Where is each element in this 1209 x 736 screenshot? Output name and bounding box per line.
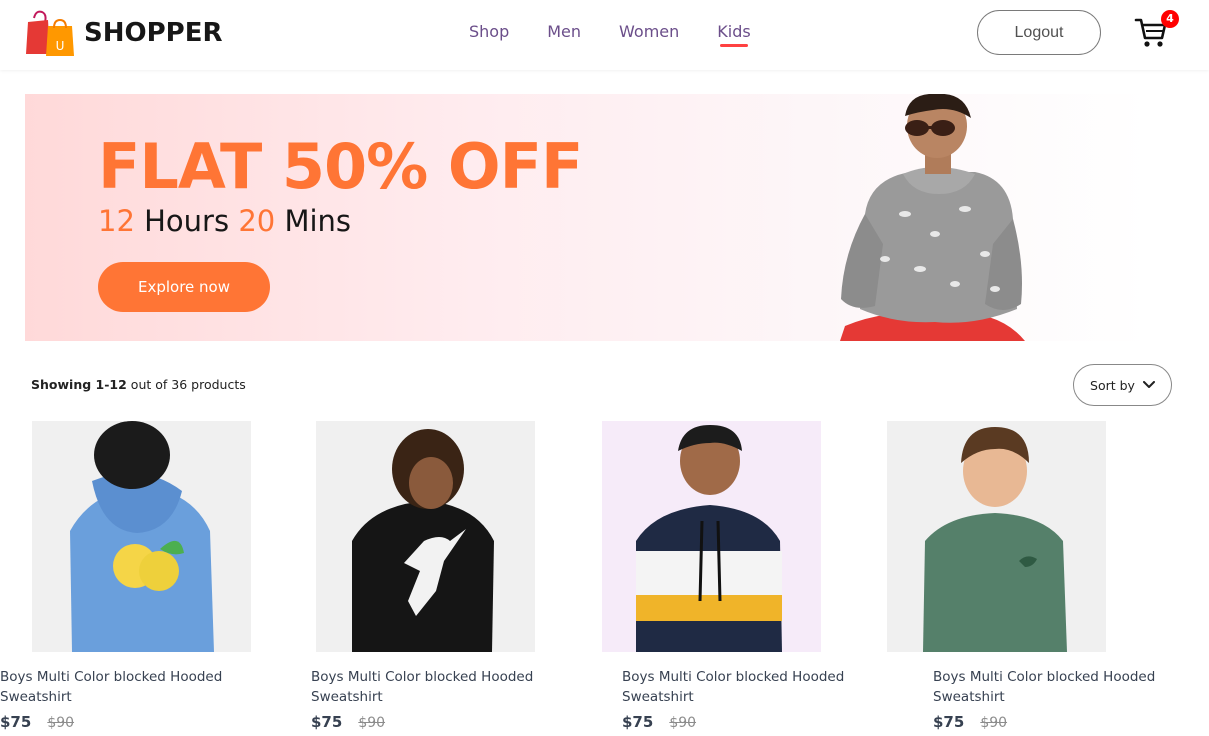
product-card[interactable]: Boys Multi Color blocked Hooded Sweatshi…	[0, 421, 251, 736]
product-new-price: $75	[0, 713, 32, 731]
product-old-price: $90	[47, 715, 75, 731]
logout-button[interactable]: Logout	[977, 10, 1101, 55]
index-sort-bar: Showing 1-12 out of 36 products Sort by	[31, 364, 1172, 406]
product-card[interactable]: Boys Multi Color blocked Hooded Sweatshi…	[887, 421, 1173, 736]
product-name: Boys Multi Color blocked Hooded Sweatshi…	[933, 669, 1156, 705]
shopping-bag-icon: U	[26, 10, 74, 56]
nav-item-shop[interactable]: Shop	[469, 22, 509, 41]
nav-item-label: Kids	[717, 22, 751, 41]
product-prices: $75 $90	[311, 713, 385, 731]
timer-hours: 12	[98, 204, 135, 238]
banner-model-image	[840, 94, 1025, 341]
product-card[interactable]: Boys Multi Color blocked Hooded Sweatshi…	[602, 421, 862, 736]
timer-hours-label: Hours	[144, 204, 230, 238]
banner-title: FLAT 50% OFF	[98, 130, 583, 203]
timer-mins: 20	[238, 204, 276, 238]
product-prices: $75 $90	[622, 713, 696, 731]
product-new-price: $75	[311, 713, 343, 731]
product-image	[32, 421, 251, 652]
svg-text:U: U	[56, 39, 65, 53]
product-old-price: $90	[669, 715, 697, 731]
chevron-down-icon	[1142, 381, 1155, 388]
product-prices: $75 $90	[0, 713, 74, 731]
product-name: Boys Multi Color blocked Hooded Sweatshi…	[311, 669, 534, 705]
cart-count-badge: 4	[1161, 10, 1179, 28]
product-grid: Boys Multi Color blocked Hooded Sweatshi…	[0, 421, 1209, 736]
brand-name: SHOPPER	[84, 18, 223, 48]
product-old-price: $90	[980, 715, 1008, 731]
brand-logo[interactable]: U SHOPPER	[26, 10, 222, 56]
sort-by-dropdown[interactable]: Sort by	[1073, 364, 1172, 406]
product-name: Boys Multi Color blocked Hooded Sweatshi…	[0, 669, 223, 705]
hero-banner: FLAT 50% OFF 12 Hours 20 Mins Explore no…	[25, 94, 1149, 341]
product-image	[602, 421, 821, 652]
showing-total: out of 36 products	[130, 377, 246, 392]
showing-count: Showing 1-12 out of 36 products	[31, 377, 246, 392]
navbar: U SHOPPER Shop Men Women Kids Logout 4	[0, 0, 1209, 70]
product-old-price: $90	[358, 715, 386, 731]
nav-menu: Shop Men Women Kids	[469, 22, 789, 47]
nav-item-label: Men	[547, 22, 582, 41]
nav-item-kids[interactable]: Kids	[717, 22, 751, 47]
product-new-price: $75	[622, 713, 654, 731]
product-card[interactable]: Boys Multi Color blocked Hooded Sweatshi…	[311, 421, 551, 736]
product-image	[887, 421, 1106, 652]
banner-timer: 12 Hours 20 Mins	[98, 204, 351, 238]
showing-range: Showing 1-12	[31, 377, 127, 392]
explore-now-button[interactable]: Explore now	[98, 262, 270, 312]
product-prices: $75 $90	[933, 713, 1007, 731]
nav-item-women[interactable]: Women	[619, 22, 679, 41]
active-nav-indicator	[720, 44, 748, 47]
nav-item-men[interactable]: Men	[547, 22, 581, 41]
product-name: Boys Multi Color blocked Hooded Sweatshi…	[622, 669, 845, 705]
nav-item-label: Women	[619, 22, 680, 41]
timer-mins-label: Mins	[284, 204, 352, 238]
cart-button[interactable]: 4	[1134, 10, 1180, 50]
product-image	[316, 421, 535, 652]
sort-by-label: Sort by	[1090, 377, 1135, 393]
nav-item-label: Shop	[469, 22, 510, 41]
product-new-price: $75	[933, 713, 965, 731]
